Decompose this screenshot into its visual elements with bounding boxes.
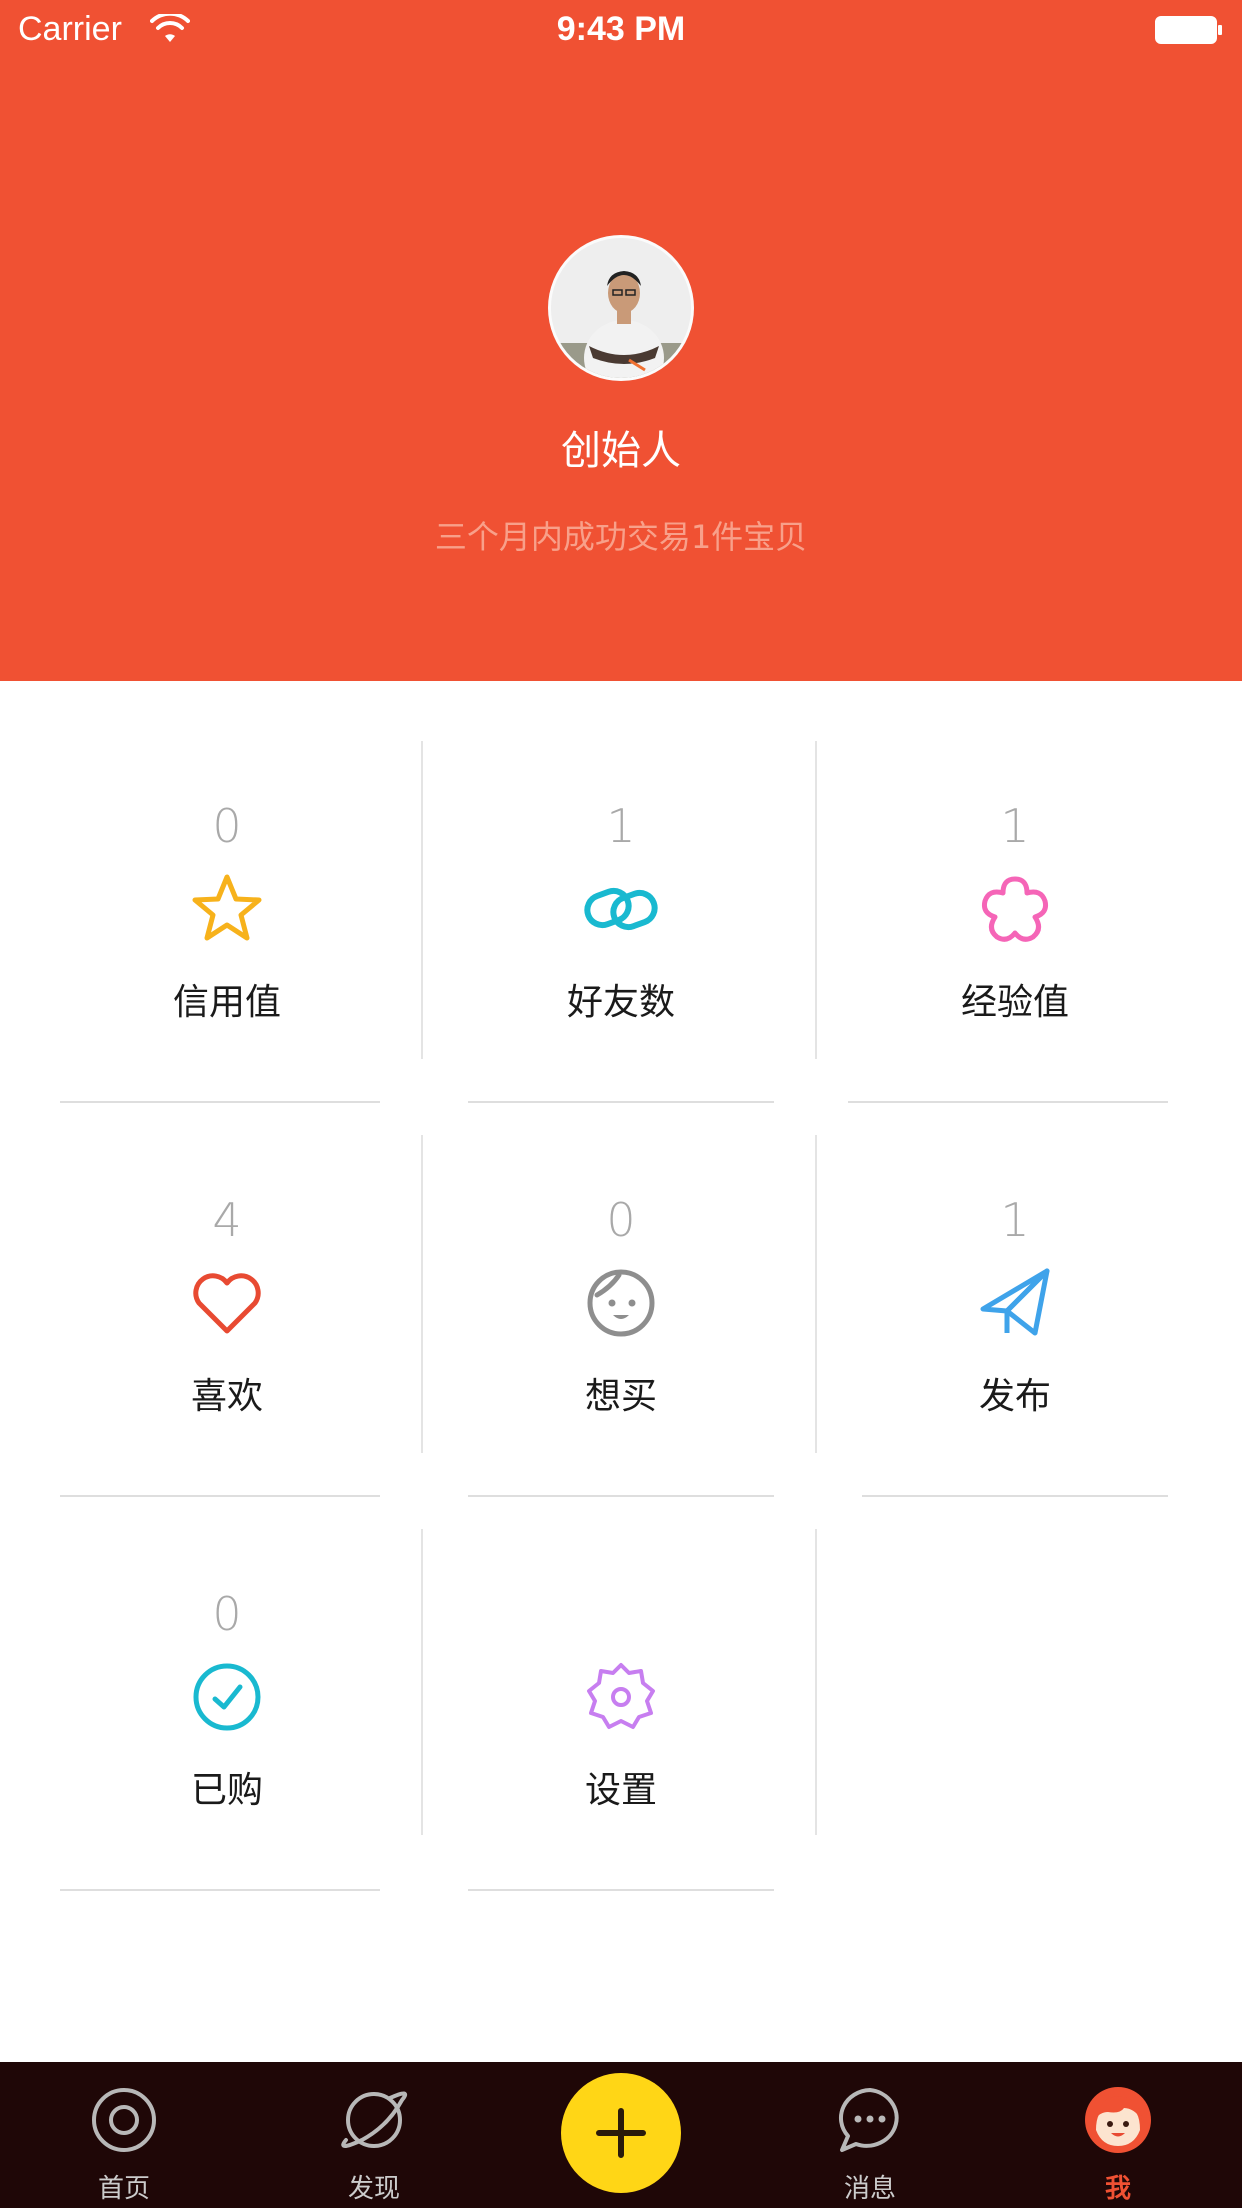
stat-want-label: 想买 [584,1376,657,1417]
settings-item[interactable]: 设置 [424,1469,818,1863]
stat-friends-label: 好友数 [566,982,675,1023]
settings-label: 设置 [584,1770,657,1811]
stat-likes-value: 4 [212,1193,242,1247]
stat-credit[interactable]: 0 信用值 [30,681,424,1075]
plus-icon [596,2108,646,2158]
stat-likes-label: 喜欢 [190,1376,263,1417]
stat-experience-value: 1 [1000,799,1030,853]
heart-icon [193,1273,261,1334]
flower-icon [982,876,1048,942]
stat-want[interactable]: 0 想买 [424,1075,818,1469]
stat-likes[interactable]: 4 喜欢 [30,1075,424,1469]
avatar[interactable] [548,235,694,381]
stat-credit-label: 信用值 [172,982,281,1023]
face-icon [587,1269,655,1337]
paper-plane-icon [980,1268,1050,1336]
stats-grid: 0 信用值 1 好友数 1 经验值 4 喜欢 0 想买 1 发布 0 已购 设置 [0,681,1242,2061]
stat-experience[interactable]: 1 经验值 [818,681,1212,1075]
app-root: Carrier 9:43 PM 创始人 三个月内成功交易1件宝贝 0 信用值 1… [0,0,1242,2208]
status-bar: Carrier 9:43 PM [0,0,1242,60]
stat-purchased-label: 已购 [190,1770,263,1811]
trade-summary: 三个月内成功交易1件宝贝 [434,518,808,556]
gear-icon [587,1663,655,1729]
avatar-photo [551,238,691,378]
check-circle-icon [193,1663,261,1731]
grid-divider [862,1495,1168,1497]
stat-publish-value: 1 [1000,1193,1030,1247]
stat-want-value: 0 [606,1193,636,1247]
tab-discover-label: 发现 [347,2174,400,2204]
planet-icon [341,2091,407,2148]
tab-home-label: 首页 [97,2174,150,2204]
grid-divider [60,1889,380,1891]
tab-discover[interactable]: 发现 [284,2062,464,2208]
link-rings-icon [584,887,658,931]
stat-friends[interactable]: 1 好友数 [424,681,818,1075]
tab-messages[interactable]: 消息 [780,2062,960,2208]
grid-divider [468,1889,774,1891]
stat-friends-value: 1 [606,799,636,853]
profile-header: Carrier 9:43 PM 创始人 三个月内成功交易1件宝贝 [0,0,1242,681]
clock: 9:43 PM [556,10,686,48]
tab-me-label: 我 [1104,2174,1131,2204]
battery-icon [1155,16,1222,44]
home-target-icon [92,2088,156,2152]
tab-messages-label: 消息 [843,2174,896,2204]
me-face-icon [1085,2087,1151,2153]
stat-experience-label: 经验值 [960,982,1069,1023]
stat-purchased-value: 0 [212,1587,242,1641]
chat-bubble-icon [839,2088,899,2152]
username: 创始人 [561,428,681,474]
stat-publish-label: 发布 [978,1376,1051,1417]
stat-purchased[interactable]: 0 已购 [30,1469,424,1863]
star-icon [192,874,262,941]
tab-me[interactable]: 我 [1028,2062,1208,2208]
stat-credit-value: 0 [212,799,242,853]
add-post-button[interactable] [561,2073,681,2193]
tab-home[interactable]: 首页 [34,2062,214,2208]
stat-publish[interactable]: 1 发布 [818,1075,1212,1469]
